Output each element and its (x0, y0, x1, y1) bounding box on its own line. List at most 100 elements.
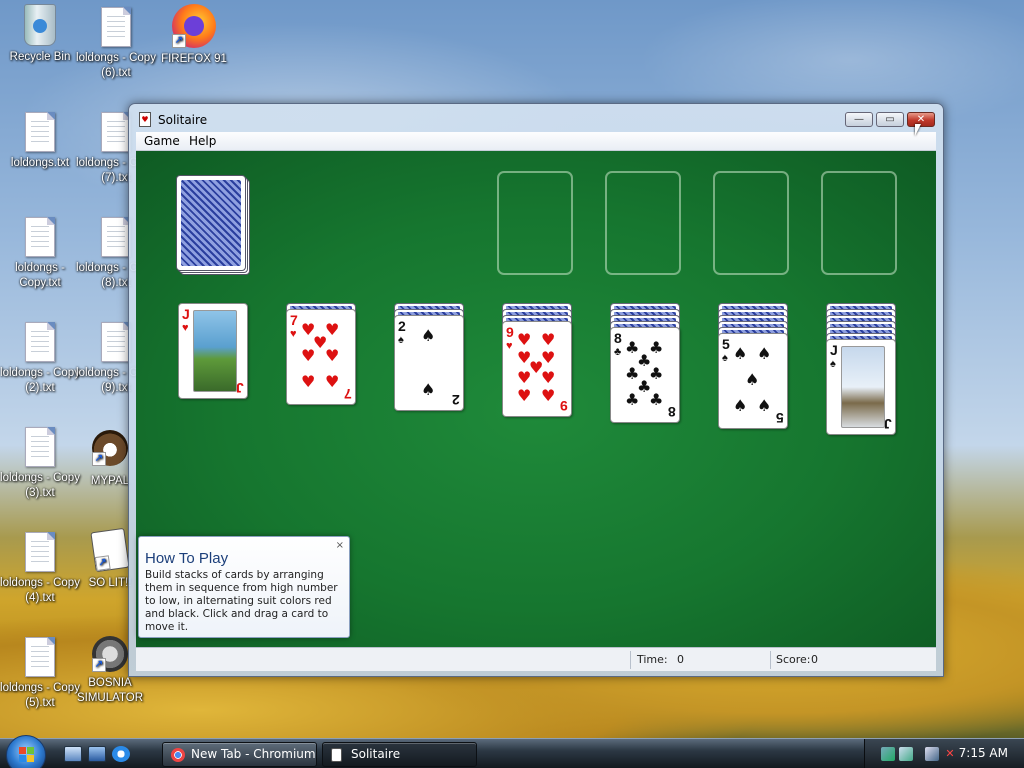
card-rank: 2 (452, 392, 460, 408)
face-up-card[interactable]: J ♠ J (826, 339, 896, 435)
card-pip: ♠ (421, 380, 436, 399)
title-bar[interactable]: ♥ Solitaire — ▭ ✕ (129, 104, 943, 132)
switch-windows-icon[interactable] (88, 746, 106, 762)
desktop-icon-file[interactable]: loldongs - Copy (4).txt (0, 532, 80, 606)
solitaire-app-icon: ♥ (139, 112, 151, 127)
desktop-icon-file[interactable]: loldongs - Copy (6).txt (76, 7, 156, 81)
text-file-icon (101, 7, 131, 47)
card-pip: ♥ (541, 386, 556, 405)
card-pip: ♥ (541, 368, 556, 387)
network-status-icon[interactable] (881, 747, 895, 761)
card-pip: ♥ (325, 346, 340, 365)
face-up-card[interactable]: 8 ♣ 8 ♣ ♣ ♣ ♣ ♣ ♣ ♣ ♣ (610, 327, 680, 423)
face-up-card[interactable]: 5 ♠ 5 ♠ ♠ ♠ ♠ ♠ (718, 333, 788, 429)
start-button[interactable] (6, 735, 46, 768)
card-suit: ♥ (182, 322, 189, 334)
menu-help[interactable]: Help (189, 134, 216, 148)
shortcut-arrow-icon: ↗ (92, 658, 106, 672)
card-rank: J (236, 380, 244, 396)
window-title: Solitaire (158, 113, 208, 127)
taskbar-button-chromium[interactable]: New Tab - Chromium (162, 742, 317, 767)
face-card-art (841, 346, 885, 428)
desktop-icon-file[interactable]: loldongs - Copy.txt (0, 217, 80, 291)
card-suit: ♥ (290, 328, 297, 340)
desktop-icon-label: loldongs - Copy.txt (15, 262, 65, 289)
card-pip: ♥ (301, 372, 316, 391)
shortcut-arrow-icon: ↗ (172, 34, 186, 48)
help-close-button[interactable]: × (336, 540, 344, 551)
maximize-button[interactable]: ▭ (876, 112, 904, 127)
desktop-icon-label: loldongs - Copy (4).txt (0, 577, 80, 604)
card-suit: ♠ (830, 358, 836, 370)
solitaire-taskbar-icon (331, 748, 342, 762)
status-divider (630, 651, 631, 669)
volume-muted-icon[interactable]: ✕ (943, 747, 957, 761)
text-file-icon (25, 637, 55, 677)
card-pip: ♥ (541, 330, 556, 349)
menu-bar: Game Help (136, 132, 936, 151)
stock-pile[interactable] (176, 175, 246, 271)
card-rank: J (182, 306, 190, 322)
face-up-card[interactable]: 9 ♥ 9 ♥ ♥ ♥ ♥ ♥ ♥ ♥ ♥ ♥ (502, 321, 572, 417)
taskbar-button-solitaire[interactable]: Solitaire (322, 742, 477, 767)
card-pip: ♠ (757, 344, 772, 363)
desktop-icon-file[interactable]: loldongs - Copy (5).txt (0, 637, 80, 711)
face-up-card[interactable]: 2 ♠ 2 ♠ ♠ (394, 315, 464, 411)
clock[interactable]: 7:15 AM (959, 746, 1008, 760)
desktop-icon-firefox[interactable]: ↗ FIREFOX 91 (154, 4, 234, 67)
desktop-icon-file[interactable]: loldongs - Copy (2).txt (0, 322, 80, 396)
raccoon-icon: ↗ (92, 430, 128, 466)
text-file-icon (101, 112, 131, 152)
desktop-icon-label: SO LIT!! (88, 577, 132, 589)
firefox-icon: ↗ (172, 4, 216, 48)
desktop-icon-file[interactable]: loldongs.txt (0, 112, 80, 171)
card-pip: ♥ (517, 386, 532, 405)
tray-app-icon[interactable] (899, 747, 913, 761)
desktop-icon-label: loldongs - Copy (5).txt (0, 682, 80, 709)
mouse-cursor (915, 124, 921, 136)
close-button[interactable]: ✕ (907, 112, 935, 127)
shortcut-arrow-icon: ↗ (94, 555, 111, 572)
face-up-card[interactable]: J ♥ J (178, 303, 248, 399)
card-pip: ♣ (625, 390, 640, 409)
desktop-icon-label: loldongs - Copy (3).txt (0, 472, 80, 499)
card-pip: ♥ (517, 330, 532, 349)
spiked-ball-icon: ↗ (92, 636, 128, 672)
card-suit: ♠ (398, 334, 404, 346)
card-rank: 8 (668, 404, 676, 420)
card-suit: ♥ (506, 340, 513, 352)
card-pip: ♠ (421, 326, 436, 345)
foundation-slot[interactable] (497, 171, 573, 275)
score-label: Score: (776, 653, 811, 666)
card-pip: ♠ (745, 370, 760, 389)
internet-explorer-icon[interactable] (112, 746, 130, 762)
card-back-pattern (181, 180, 241, 266)
face-up-card[interactable]: 7 ♥ 7 ♥ ♥ ♥ ♥ ♥ ♥ ♥ (286, 309, 356, 405)
card-pip: ♥ (517, 368, 532, 387)
how-to-play-panel: × How To Play Build stacks of cards by a… (138, 536, 350, 638)
minimize-button[interactable]: — (845, 112, 873, 127)
time-value: 0 (677, 653, 684, 666)
help-title: How To Play (145, 550, 229, 567)
score-value: 0 (811, 653, 818, 666)
foundation-slot[interactable] (713, 171, 789, 275)
desktop-icon-label: MYPAL (90, 475, 130, 487)
card-rank: 9 (506, 324, 514, 340)
taskbar-button-label: Solitaire (351, 747, 401, 761)
card-pip: ♠ (733, 344, 748, 363)
menu-game[interactable]: Game (144, 134, 180, 148)
desktop-icon-file[interactable]: loldongs - Copy (3).txt (0, 427, 80, 501)
card-pip: ♣ (649, 390, 664, 409)
show-desktop-icon[interactable] (64, 746, 82, 762)
text-file-icon (101, 217, 131, 257)
desktop-icon-label: FIREFOX 91 (161, 53, 227, 65)
foundation-slot[interactable] (605, 171, 681, 275)
help-text: Build stacks of cards by arranging them … (145, 569, 338, 633)
desktop-icon-label: Recycle Bin (9, 51, 71, 63)
desktop-icon-recycle-bin[interactable]: Recycle Bin (0, 4, 80, 65)
desktop-icon-label: loldongs - Copy (2).txt (0, 367, 80, 394)
network-icon[interactable] (925, 747, 939, 761)
foundation-slot[interactable] (821, 171, 897, 275)
status-divider (770, 651, 771, 669)
card-suit: ♠ (722, 352, 728, 364)
